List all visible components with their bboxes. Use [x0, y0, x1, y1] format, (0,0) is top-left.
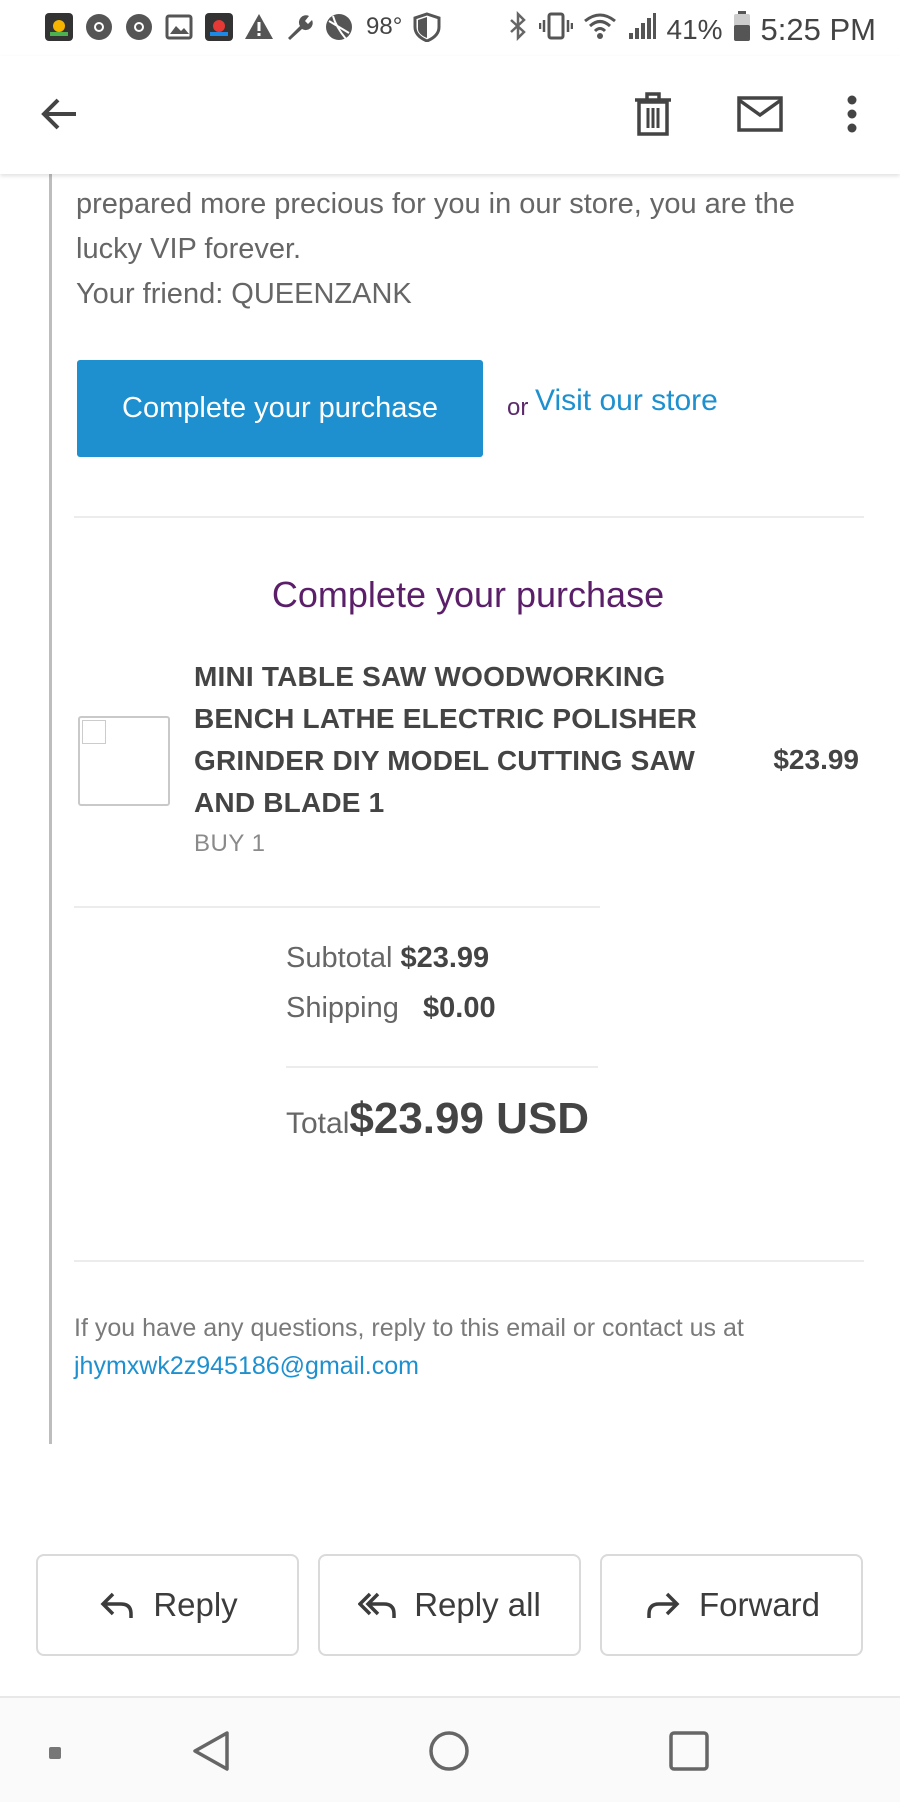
total-label: Total [286, 1107, 350, 1140]
reply-all-label: Reply all [414, 1586, 541, 1623]
signal-icon [627, 11, 657, 49]
system-nav-bar [0, 1696, 900, 1802]
product-title: MINI TABLE SAW WOODWORKING BENCH LATHE E… [194, 661, 698, 818]
intro-line: Your friend: QUEENZANK [76, 278, 412, 310]
nav-recents-button[interactable] [664, 1728, 714, 1778]
battery-percent: 41% [666, 14, 723, 45]
nav-dot [30, 1728, 80, 1778]
chrome-icon [84, 12, 114, 42]
forward-icon [643, 1585, 683, 1625]
vibrate-icon [538, 11, 573, 49]
nbc-icon [44, 12, 74, 42]
contact-email-link[interactable]: jhymxwk2z945186@gmail.com [74, 1352, 419, 1381]
intro-line: prepared more precious for you in our st… [76, 188, 795, 220]
reply-button[interactable]: Reply [36, 1554, 299, 1656]
arrow-back-icon [40, 94, 80, 139]
delete-button[interactable] [623, 86, 683, 146]
clock: 5:25 PM [760, 12, 876, 47]
intro-text: prepared more precious for you in our st… [76, 182, 856, 317]
forward-label: Forward [698, 1586, 821, 1623]
reply-icon [97, 1585, 137, 1625]
status-bar: 98° 41% 5:25 PM [0, 0, 900, 56]
back-button[interactable] [30, 86, 90, 146]
temperature-text: 98° [366, 13, 403, 40]
chrome-icon [124, 12, 154, 42]
reply-all-icon [358, 1585, 398, 1625]
nbc-icon [204, 12, 234, 42]
intro-line: lucky VIP forever. [76, 233, 302, 265]
basketball-icon [324, 12, 354, 42]
circle-home-icon [427, 1729, 471, 1778]
shipping-label: Shipping [286, 992, 399, 1024]
wifi-icon [583, 11, 617, 49]
broken-image-icon [82, 720, 106, 744]
email-body: prepared more precious for you in our st… [0, 174, 900, 1554]
battery-icon [733, 10, 751, 50]
more-vert-icon [846, 94, 858, 139]
divider [74, 1260, 864, 1262]
reply-label: Reply [153, 1586, 238, 1623]
subtotal-label: Subtotal [286, 942, 393, 974]
delete-icon [634, 91, 672, 141]
total-value: $23.99 USD [349, 1094, 590, 1143]
subtotal-value: $23.99 [400, 942, 490, 974]
subtotal-row: Subtotal $23.99 [286, 942, 489, 975]
divider [74, 906, 600, 908]
shield-icon [412, 12, 442, 43]
square-recents-icon [668, 1730, 710, 1777]
product-price: $23.99 [773, 744, 859, 775]
wrench-icon [284, 12, 314, 42]
total-row: Total$23.99 USD [286, 1094, 589, 1144]
complete-purchase-button[interactable]: Complete your purchase [77, 360, 483, 457]
triangle-back-icon [191, 1729, 231, 1778]
mark-unread-icon [737, 95, 783, 137]
bluetooth-icon [507, 10, 529, 49]
more-options-button[interactable] [822, 86, 882, 146]
product-quantity: BUY 1 [194, 830, 266, 857]
forward-button[interactable]: Forward [600, 1554, 863, 1656]
email-toolbar [0, 56, 900, 174]
shipping-value: $0.00 [423, 992, 496, 1024]
system-status: 41% 5:25 PM [507, 10, 876, 50]
reply-all-button[interactable]: Reply all [318, 1554, 581, 1656]
warning-icon [244, 12, 274, 42]
visit-store-link[interactable]: Visit our store [535, 384, 718, 418]
divider [74, 516, 864, 518]
nav-back-button[interactable] [186, 1728, 236, 1778]
notification-icons: 98° [44, 12, 442, 43]
shipping-row: Shipping $0.00 [286, 992, 496, 1025]
mark-unread-button[interactable] [730, 86, 790, 146]
nav-home-button[interactable] [424, 1728, 474, 1778]
divider [286, 1066, 598, 1068]
quote-rule [49, 174, 52, 1444]
product-image[interactable] [78, 716, 170, 806]
section-title: Complete your purchase [271, 574, 665, 615]
footer-text: If you have any questions, reply to this… [74, 1314, 744, 1342]
image-icon [164, 12, 194, 42]
or-text: or [507, 394, 529, 421]
